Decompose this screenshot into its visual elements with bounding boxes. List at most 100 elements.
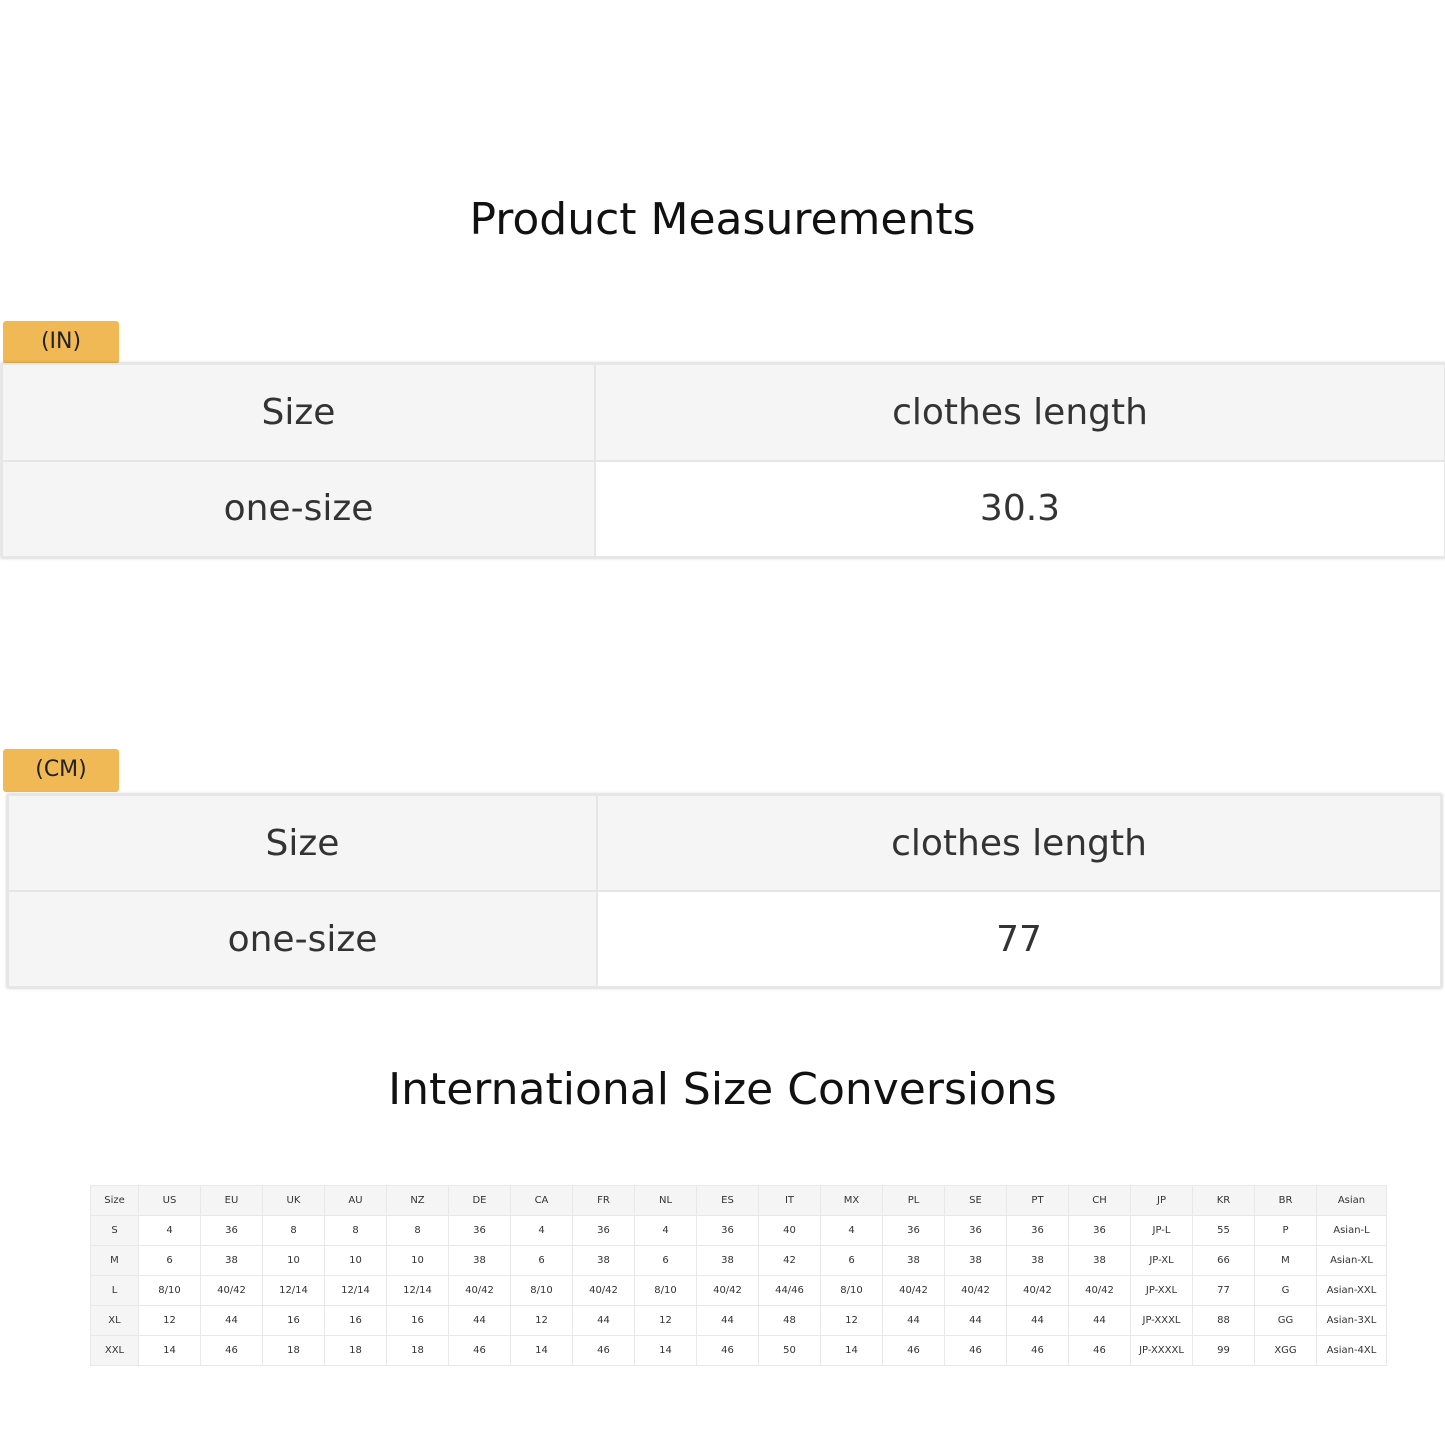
conversion-cell: 36 bbox=[572, 1215, 635, 1246]
conversion-cell: 14 bbox=[820, 1335, 883, 1366]
conversion-cell: 46 bbox=[944, 1335, 1007, 1366]
conversion-header-cell: PT bbox=[1006, 1185, 1069, 1216]
conversion-cell: 38 bbox=[448, 1245, 511, 1276]
conversion-cell: JP-XL bbox=[1130, 1245, 1193, 1276]
conversion-cell: Asian-XXL bbox=[1316, 1275, 1387, 1306]
conversion-header-cell: KR bbox=[1192, 1185, 1255, 1216]
product-measurements-title: Product Measurements bbox=[469, 194, 976, 245]
conversion-cell: 44 bbox=[572, 1305, 635, 1336]
conversion-cell: 44 bbox=[200, 1305, 263, 1336]
conversion-cell: 99 bbox=[1192, 1335, 1255, 1366]
conversion-cell: JP-XXXXL bbox=[1130, 1335, 1193, 1366]
conversion-cell: 38 bbox=[1068, 1245, 1131, 1276]
conversion-header-cell: EU bbox=[200, 1185, 263, 1216]
size-label-cell: L bbox=[90, 1275, 139, 1306]
inch-unit-tag: (IN) bbox=[3, 321, 119, 364]
conversion-cell: 36 bbox=[1006, 1215, 1069, 1246]
table-row: one-size 77 bbox=[7, 890, 1442, 988]
conversion-header-cell: UK bbox=[262, 1185, 325, 1216]
table-row: L 8/10 40/42 12/14 12/14 12/14 40/42 8/10 40/42 8… bbox=[90, 1275, 1387, 1306]
table-row: XL 12 44 16 16 16 44 12 44 12 44 48 12 44 44 44 44 JP-XXX… bbox=[90, 1305, 1387, 1336]
conversion-cell: JP-XXXL bbox=[1130, 1305, 1193, 1336]
conversion-header-cell: CH bbox=[1068, 1185, 1131, 1216]
conversion-header-cell: Asian bbox=[1316, 1185, 1387, 1216]
cm-measurement-table: Size clothes length one-size 77 bbox=[7, 794, 1442, 988]
conversion-cell: 12 bbox=[634, 1305, 697, 1336]
size-label-cell: XL bbox=[90, 1305, 139, 1336]
conversion-cell: 46 bbox=[200, 1335, 263, 1366]
conversion-cell: 18 bbox=[262, 1335, 325, 1366]
conversion-cell: 6 bbox=[820, 1245, 883, 1276]
conversion-cell: 46 bbox=[572, 1335, 635, 1366]
conversion-cell: 40/42 bbox=[1068, 1275, 1131, 1306]
conversion-cell: 36 bbox=[882, 1215, 945, 1246]
size-conversion-table: Size US EU UK AU NZ DE CA FR NL ES IT MX PL SE PT CH JP KR… bbox=[90, 1185, 1387, 1366]
conversion-cell: 18 bbox=[324, 1335, 387, 1366]
conversion-cell: 66 bbox=[1192, 1245, 1255, 1276]
size-label-cell: S bbox=[90, 1215, 139, 1246]
conversion-cell: 40/42 bbox=[696, 1275, 759, 1306]
conversion-cell: 10 bbox=[324, 1245, 387, 1276]
conversion-cell: 44/46 bbox=[758, 1275, 821, 1306]
table-header-row: Size clothes length bbox=[7, 794, 1442, 892]
conversion-cell: 40/42 bbox=[200, 1275, 263, 1306]
conversion-cell: 36 bbox=[696, 1215, 759, 1246]
conversion-cell: 10 bbox=[262, 1245, 325, 1276]
clothes-length-header: clothes length bbox=[596, 794, 1442, 892]
conversion-cell: 40/42 bbox=[882, 1275, 945, 1306]
conversion-cell: 8/10 bbox=[510, 1275, 573, 1306]
conversion-cell: 14 bbox=[510, 1335, 573, 1366]
conversion-cell: 38 bbox=[1006, 1245, 1069, 1276]
conversion-cell: 4 bbox=[138, 1215, 201, 1246]
table-row: XXL 14 46 18 18 18 46 14 46 14 46 50 14 46 46 46 46 JP-XX… bbox=[90, 1335, 1387, 1366]
conversion-cell: 8/10 bbox=[820, 1275, 883, 1306]
table-header-row: Size clothes length bbox=[1, 363, 1445, 462]
conversion-header-cell: CA bbox=[510, 1185, 573, 1216]
conversion-cell: 46 bbox=[1006, 1335, 1069, 1366]
conversion-cell: JP-L bbox=[1130, 1215, 1193, 1246]
size-cell: one-size bbox=[1, 459, 596, 558]
conversion-cell: 16 bbox=[324, 1305, 387, 1336]
conversion-cell: 18 bbox=[386, 1335, 449, 1366]
conversion-cell: 50 bbox=[758, 1335, 821, 1366]
conversion-header-cell: AU bbox=[324, 1185, 387, 1216]
size-header: Size bbox=[7, 794, 598, 892]
table-row: S 4 36 8 8 8 36 4 36 4 36 40 4 36 36 36 36 JP-L 55 P Asian-L bbox=[90, 1215, 1387, 1246]
conversion-cell: 40/42 bbox=[944, 1275, 1007, 1306]
conversion-cell: 16 bbox=[386, 1305, 449, 1336]
conversion-cell: 38 bbox=[944, 1245, 1007, 1276]
conversion-cell: 77 bbox=[1192, 1275, 1255, 1306]
conversion-header-cell: US bbox=[138, 1185, 201, 1216]
conversion-cell: 46 bbox=[448, 1335, 511, 1366]
conversion-header-cell: NL bbox=[634, 1185, 697, 1216]
conversion-header-cell: MX bbox=[820, 1185, 883, 1216]
conversion-header-cell: NZ bbox=[386, 1185, 449, 1216]
conversion-cell: 14 bbox=[138, 1335, 201, 1366]
conversion-cell: 4 bbox=[820, 1215, 883, 1246]
conversion-cell: Asian-XL bbox=[1316, 1245, 1387, 1276]
conversion-cell: 44 bbox=[696, 1305, 759, 1336]
conversion-header-row: Size US EU UK AU NZ DE CA FR NL ES IT MX PL SE PT CH JP KR… bbox=[90, 1185, 1387, 1216]
conversion-cell: 12/14 bbox=[262, 1275, 325, 1306]
conversion-cell: 36 bbox=[1068, 1215, 1131, 1246]
conversion-cell: 36 bbox=[200, 1215, 263, 1246]
conversion-cell: 44 bbox=[944, 1305, 1007, 1336]
conversion-cell: 46 bbox=[696, 1335, 759, 1366]
conversion-cell: 12/14 bbox=[324, 1275, 387, 1306]
conversion-cell: 40 bbox=[758, 1215, 821, 1246]
conversion-cell: 8/10 bbox=[138, 1275, 201, 1306]
conversion-cell: 44 bbox=[1006, 1305, 1069, 1336]
conversion-cell: 8 bbox=[262, 1215, 325, 1246]
size-label-cell: M bbox=[90, 1245, 139, 1276]
conversion-cell: 8 bbox=[324, 1215, 387, 1246]
conversion-cell: 38 bbox=[200, 1245, 263, 1276]
conversion-cell: 38 bbox=[572, 1245, 635, 1276]
conversion-header-cell: FR bbox=[572, 1185, 635, 1216]
size-conversions-title: International Size Conversions bbox=[388, 1064, 1057, 1115]
conversion-cell: G bbox=[1254, 1275, 1317, 1306]
conversion-cell: 40/42 bbox=[448, 1275, 511, 1306]
conversion-cell: P bbox=[1254, 1215, 1317, 1246]
table-row: M 6 38 10 10 10 38 6 38 6 38 42 6 38 38 38 38 JP-XL 66 M Asi… bbox=[90, 1245, 1387, 1276]
conversion-cell: Asian-4XL bbox=[1316, 1335, 1387, 1366]
conversion-header-cell: ES bbox=[696, 1185, 759, 1216]
